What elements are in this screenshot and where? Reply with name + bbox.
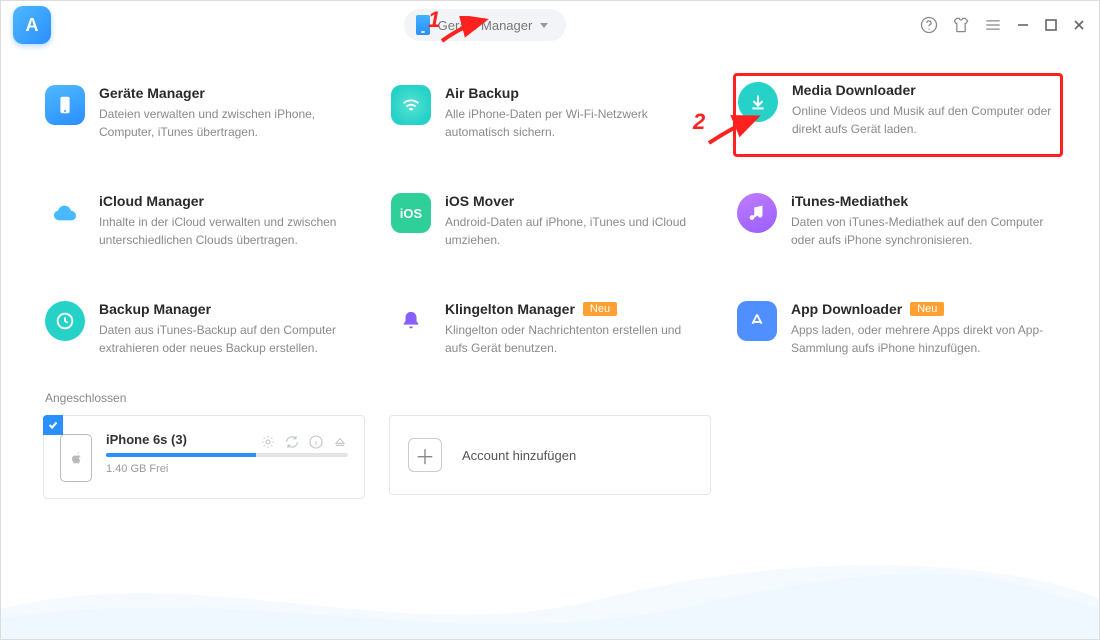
tile-desc: Apps laden, oder mehrere Apps direkt von… [791, 321, 1051, 357]
tile-title: Klingelton ManagerNeu [445, 301, 705, 317]
tile-desc: Daten aus iTunes-Backup auf den Computer… [99, 321, 359, 357]
device-info-icon[interactable] [308, 434, 324, 450]
device-card[interactable]: iPhone 6s (3) 1.40 GB Frei [43, 415, 365, 499]
tile-desc: Daten von iTunes-Mediathek auf den Compu… [791, 213, 1051, 249]
device-settings-icon[interactable] [260, 434, 276, 450]
appstore-icon [737, 301, 777, 341]
close-button[interactable] [1071, 17, 1087, 33]
maximize-button[interactable] [1043, 17, 1059, 33]
tile-ios-mover[interactable]: iOS iOS Mover Android-Daten auf iPhone, … [389, 187, 711, 255]
menu-icon[interactable] [983, 15, 1003, 35]
chevron-down-icon [540, 23, 548, 28]
tile-icloud-manager[interactable]: iCloud Manager Inhalte in der iCloud ver… [43, 187, 365, 255]
selected-check-icon [43, 415, 63, 435]
device-name: iPhone 6s (3) [106, 432, 187, 447]
tile-title: Geräte Manager [99, 85, 359, 101]
annotation-step-2: 2 [693, 109, 705, 135]
tile-media-downloader[interactable]: Media Downloader Online Videos und Musik… [733, 73, 1063, 157]
tile-title: Backup Manager [99, 301, 359, 317]
connected-section-label: Angeschlossen [45, 391, 1057, 405]
tile-desc: Alle iPhone-Daten per Wi-Fi-Netzwerk aut… [445, 105, 705, 141]
phone-icon [45, 85, 85, 125]
storage-bar [106, 453, 348, 457]
storage-free-text: 1.40 GB Frei [106, 463, 348, 475]
download-icon [738, 82, 778, 122]
decorative-wave [1, 549, 1099, 639]
tile-itunes-mediathek[interactable]: iTunes-Mediathek Daten von iTunes-Mediat… [735, 187, 1057, 255]
tile-device-manager[interactable]: Geräte Manager Dateien verwalten und zwi… [43, 79, 365, 147]
app-logo-icon: A [13, 6, 51, 44]
tile-klingelton-manager[interactable]: Klingelton ManagerNeu Klingelton oder Na… [389, 295, 711, 363]
wifi-icon [391, 85, 431, 125]
neu-badge: Neu [583, 302, 617, 316]
mode-label: Geräte Manager [438, 18, 533, 33]
clock-icon [45, 301, 85, 341]
tile-title: iTunes-Mediathek [791, 193, 1051, 209]
music-icon [737, 193, 777, 233]
main-content: Geräte Manager Dateien verwalten und zwi… [1, 49, 1099, 499]
plus-icon: ＋ [408, 438, 442, 472]
skin-icon[interactable] [951, 15, 971, 35]
tile-desc: Android-Daten auf iPhone, iTunes und iCl… [445, 213, 705, 249]
tile-desc: Inhalte in der iCloud verwalten und zwis… [99, 213, 359, 249]
tile-air-backup[interactable]: Air Backup Alle iPhone-Daten per Wi-Fi-N… [389, 79, 711, 147]
ios-icon: iOS [391, 193, 431, 233]
device-eject-icon[interactable] [332, 434, 348, 450]
tile-desc: Klingelton oder Nachrichtenton erstellen… [445, 321, 705, 357]
minimize-button[interactable] [1015, 17, 1031, 33]
tile-desc: Online Videos und Musik auf den Computer… [792, 102, 1054, 138]
tile-title: App DownloaderNeu [791, 301, 1051, 317]
tile-title: Air Backup [445, 85, 705, 101]
annotation-step-1: 1 [428, 7, 440, 33]
tile-app-downloader[interactable]: App DownloaderNeu Apps laden, oder mehre… [735, 295, 1057, 363]
help-icon[interactable] [919, 15, 939, 35]
add-account-label: Account hinzufügen [462, 448, 576, 463]
tile-title: iCloud Manager [99, 193, 359, 209]
tile-desc: Dateien verwalten und zwischen iPhone, C… [99, 105, 359, 141]
add-account-button[interactable]: ＋ Account hinzufügen [389, 415, 711, 495]
tile-title: Media Downloader [792, 82, 1054, 98]
neu-badge: Neu [910, 302, 944, 316]
tile-title: iOS Mover [445, 193, 705, 209]
tile-backup-manager[interactable]: Backup Manager Daten aus iTunes-Backup a… [43, 295, 365, 363]
cloud-icon [45, 193, 85, 233]
bell-icon [391, 301, 431, 341]
device-refresh-icon[interactable] [284, 434, 300, 450]
device-phone-icon [60, 434, 92, 482]
title-bar: A Geräte Manager [1, 1, 1099, 49]
